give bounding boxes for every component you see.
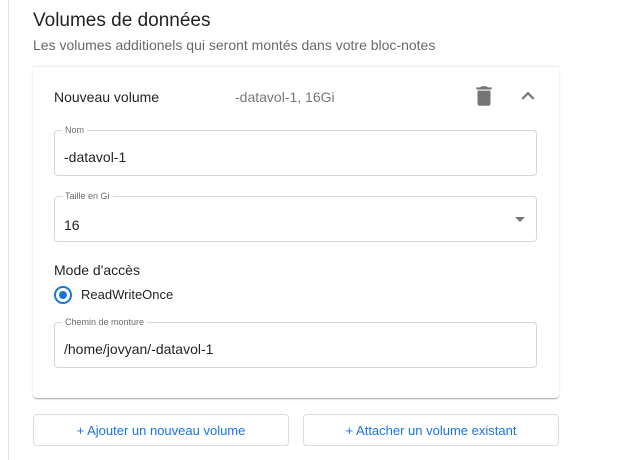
section-subtitle: Les volumes additionels qui seront monté…: [33, 37, 436, 53]
delete-volume-button[interactable]: [471, 83, 497, 109]
access-mode-option-label: ReadWriteOnce: [81, 287, 174, 302]
volume-description: -datavol-1, 16Gi: [235, 89, 335, 105]
name-field-label: Nom: [62, 125, 88, 136]
size-value: 16: [64, 217, 80, 233]
section-title: Volumes de données: [33, 10, 211, 31]
mount-path-label: Chemin de monture: [62, 317, 148, 328]
trash-icon: [476, 86, 492, 106]
attach-existing-volume-button[interactable]: + Attacher un volume existant: [303, 414, 559, 446]
access-mode-label: Mode d'accès: [54, 262, 140, 278]
panel-top-border: [33, 66, 559, 67]
add-new-volume-button[interactable]: + Ajouter un nouveau volume: [33, 414, 289, 446]
radio-checked-icon: [54, 286, 72, 304]
volume-panel: Nouveau volume -datavol-1, 16Gi Nom Tail…: [33, 66, 559, 398]
collapse-panel-button[interactable]: [515, 83, 541, 109]
name-field: Nom: [54, 125, 537, 176]
chevron-up-icon: [521, 91, 535, 100]
left-divider: [8, 0, 9, 460]
dropdown-arrow-icon: [515, 217, 525, 222]
size-field-label: Taille en Gi: [62, 191, 113, 202]
mount-path-field: Chemin de monture: [54, 317, 537, 368]
name-input[interactable]: [64, 147, 504, 167]
size-select[interactable]: Taille en Gi 16: [54, 191, 537, 242]
mount-path-input[interactable]: [64, 339, 504, 359]
volume-title: Nouveau volume: [54, 89, 160, 105]
